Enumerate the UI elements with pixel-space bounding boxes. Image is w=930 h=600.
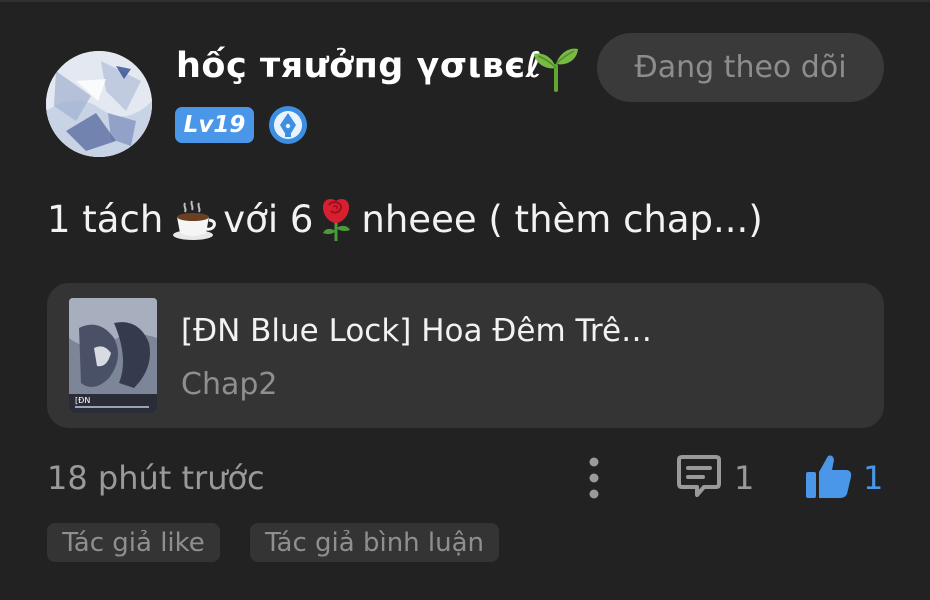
story-title[interactable]: [ĐN Blue Lock] Hoa Đêm Trê… — [181, 313, 652, 349]
timestamp: 18 phút trước — [47, 459, 265, 497]
level-badge: Lv19 — [175, 107, 254, 143]
thumbs-up-icon[interactable] — [804, 451, 854, 501]
story-chapter: Chap2 — [181, 367, 278, 402]
avatar[interactable] — [46, 51, 152, 157]
comment-text-part-2: với 6 — [223, 197, 314, 241]
username[interactable]: hốç тяưởпg үσιвєℓ — [176, 46, 543, 86]
rose-icon — [323, 199, 351, 241]
tag-author-like: Tác giả like — [47, 523, 220, 562]
comment-bubble-icon[interactable] — [676, 453, 722, 499]
more-vertical-icon[interactable] — [578, 454, 610, 502]
follow-button[interactable]: Đang theo dõi — [597, 33, 884, 102]
sprout-icon — [534, 48, 578, 92]
comment-text: 1 tách với 6 nheee ( thèm chap...) — [47, 195, 763, 243]
comment-text-part-3: nheee ( thèm chap...) — [361, 197, 763, 241]
story-cover-image: [ĐN — [69, 298, 157, 413]
story-cover-caption: [ĐN — [75, 396, 90, 405]
comment-count: 1 — [734, 459, 755, 497]
story-card[interactable]: [ĐN [ĐN Blue Lock] Hoa Đêm Trê… Chap2 — [47, 283, 884, 428]
pen-nib-badge-icon — [269, 106, 307, 144]
coffee-cup-icon — [173, 200, 217, 240]
tag-author-comment: Tác giả bình luận — [250, 523, 499, 562]
like-count: 1 — [863, 459, 884, 497]
comment-text-part-1: 1 tách — [47, 197, 164, 241]
comment-card: hốç тяưởпg үσιвєℓ Đang theo dõi Lv19 1 t… — [0, 0, 930, 600]
